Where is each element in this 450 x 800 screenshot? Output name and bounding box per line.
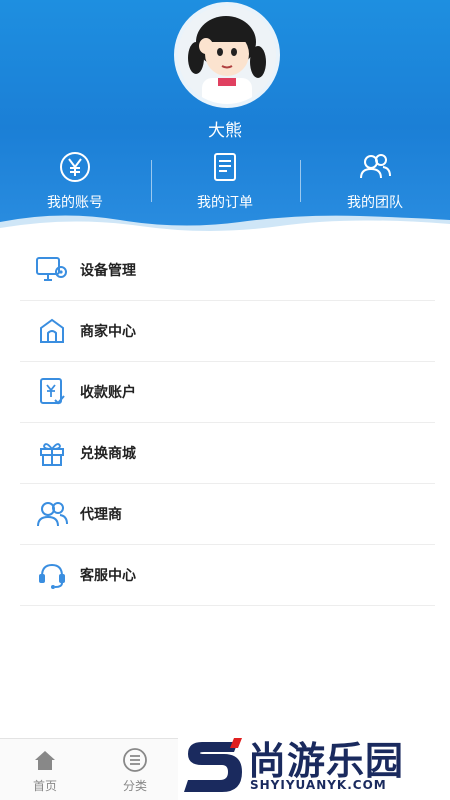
category-list-icon: [123, 748, 147, 772]
watermark-logo: [184, 738, 242, 792]
menu-item-label: 代理商: [80, 507, 122, 523]
menu-item-label: 商家中心: [80, 324, 136, 340]
stats-divider: [151, 160, 152, 202]
store-icon: [34, 313, 70, 349]
menu-item-label: 设备管理: [80, 263, 136, 279]
watermark-title: 尚游乐园: [248, 739, 405, 783]
device-settings-icon: [34, 252, 70, 288]
agent-users-icon: [34, 496, 70, 532]
headset-icon: [34, 557, 70, 593]
header-wave: [0, 215, 450, 232]
avatar[interactable]: [174, 2, 280, 108]
menu-item-label: 收款账户: [80, 385, 136, 401]
menu-item-label: 客服中心: [80, 568, 136, 584]
menu-list: 设备管理 商家中心 收款账户 兑换商城 代理商 客服中心: [20, 240, 435, 606]
watermark-url: SHYIYUANYK.COM: [250, 778, 387, 792]
menu-item-label: 兑换商城: [80, 446, 136, 462]
avatar-image: [178, 6, 276, 104]
team-users-icon: [360, 154, 391, 179]
menu-item-merchant-center[interactable]: 商家中心: [20, 301, 435, 362]
payment-account-icon: [34, 374, 70, 410]
yen-circle-icon: [60, 152, 90, 182]
nav-item-category[interactable]: 分类: [90, 739, 180, 800]
nav-item-home[interactable]: 首页: [0, 739, 90, 800]
nav-label: 首页: [32, 779, 57, 793]
gift-icon: [34, 435, 70, 471]
menu-item-device-management[interactable]: 设备管理: [20, 240, 435, 301]
stats-divider: [300, 160, 301, 202]
username: 大熊: [208, 121, 242, 141]
watermark: 尚游乐园 SHYIYUANYK.COM: [178, 728, 450, 800]
menu-item-exchange-mall[interactable]: 兑换商城: [20, 423, 435, 484]
menu-item-payment-account[interactable]: 收款账户: [20, 362, 435, 423]
home-icon: [35, 751, 55, 770]
profile-header: 大熊 我的账号 我的订单 我的团队: [0, 0, 450, 232]
order-document-icon: [214, 153, 236, 181]
menu-item-customer-service[interactable]: 客服中心: [20, 545, 435, 606]
menu-item-agent[interactable]: 代理商: [20, 484, 435, 545]
nav-label: 分类: [122, 779, 147, 793]
